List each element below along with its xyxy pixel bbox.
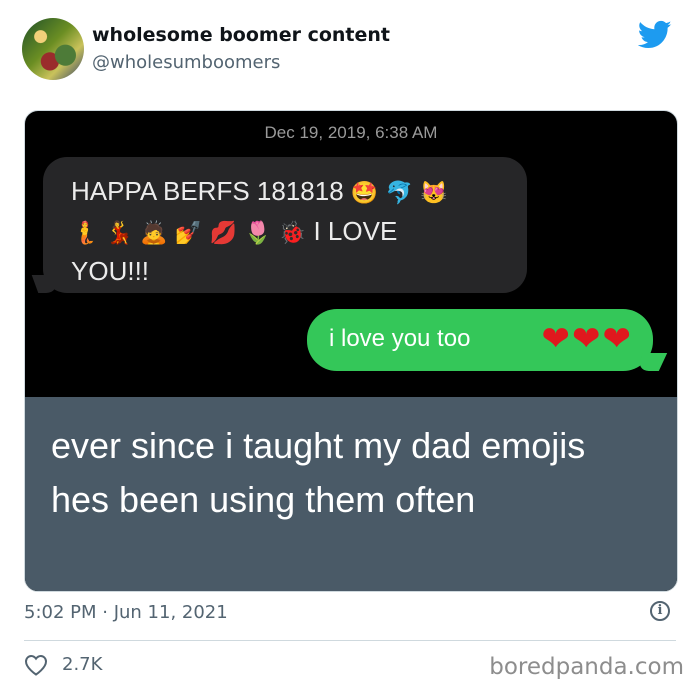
info-icon[interactable]: i — [650, 601, 670, 621]
bubble-tail — [31, 275, 61, 293]
caption-panel: ever since i taught my dad emojis hes be… — [25, 397, 677, 591]
outgoing-message-bubble: i love you too ❤❤❤ — [307, 309, 668, 371]
caption-text: ever since i taught my dad emojis hes be… — [51, 425, 586, 520]
message-line: I LOVE — [313, 216, 398, 246]
twitter-bird-icon[interactable] — [638, 20, 672, 50]
tweet-timestamp[interactable]: 5:02 PM · Jun 11, 2021 — [24, 602, 228, 623]
tulip-emoji: 🌷 — [244, 220, 272, 245]
bubble-tail — [634, 353, 668, 371]
outgoing-message-text: i love you too — [329, 325, 471, 352]
like-count[interactable]: 2.7K — [62, 654, 102, 675]
message-line: YOU!!! — [71, 256, 150, 286]
avatar[interactable] — [22, 18, 84, 80]
heart-icon[interactable] — [24, 654, 48, 676]
user-handle[interactable]: @wholesumboomers — [92, 52, 280, 73]
dancer-emoji: 💃 — [105, 220, 134, 245]
display-name[interactable]: wholesome boomer content — [92, 24, 390, 46]
red-hearts-emoji: ❤❤❤ — [541, 319, 633, 359]
incoming-message-text: HAPPA BERFS 181818 🤩 🐬 😻 🧜 💃 🙇 💅 💋 🌷 🐞 I… — [71, 171, 511, 291]
person-emoji: 🙇 — [140, 220, 168, 245]
message-line: HAPPA BERFS 181818 — [71, 176, 344, 206]
message-timestamp: Dec 19, 2019, 6:38 AM — [264, 123, 438, 142]
dolphin-emoji: 🐬 — [385, 180, 413, 205]
heart-eyes-cat-emoji: 😻 — [420, 180, 448, 205]
mermaid-emoji: 🧜 — [71, 220, 99, 245]
message-screenshot[interactable]: Dec 19, 2019, 6:38 AM HAPPA BERFS 181818… — [24, 110, 678, 592]
tweet-header: wholesome boomer content @wholesumboomer… — [22, 18, 682, 80]
ladybug-emoji: 🐞 — [278, 220, 307, 245]
divider — [24, 640, 676, 641]
star-struck-emoji: 🤩 — [350, 180, 379, 205]
nail-polish-emoji: 💅 — [174, 220, 203, 245]
kiss-mark-emoji: 💋 — [209, 220, 237, 245]
incoming-message-bubble: HAPPA BERFS 181818 🤩 🐬 😻 🧜 💃 🙇 💅 💋 🌷 🐞 I… — [31, 157, 527, 293]
watermark: boredpanda.com — [489, 654, 684, 680]
